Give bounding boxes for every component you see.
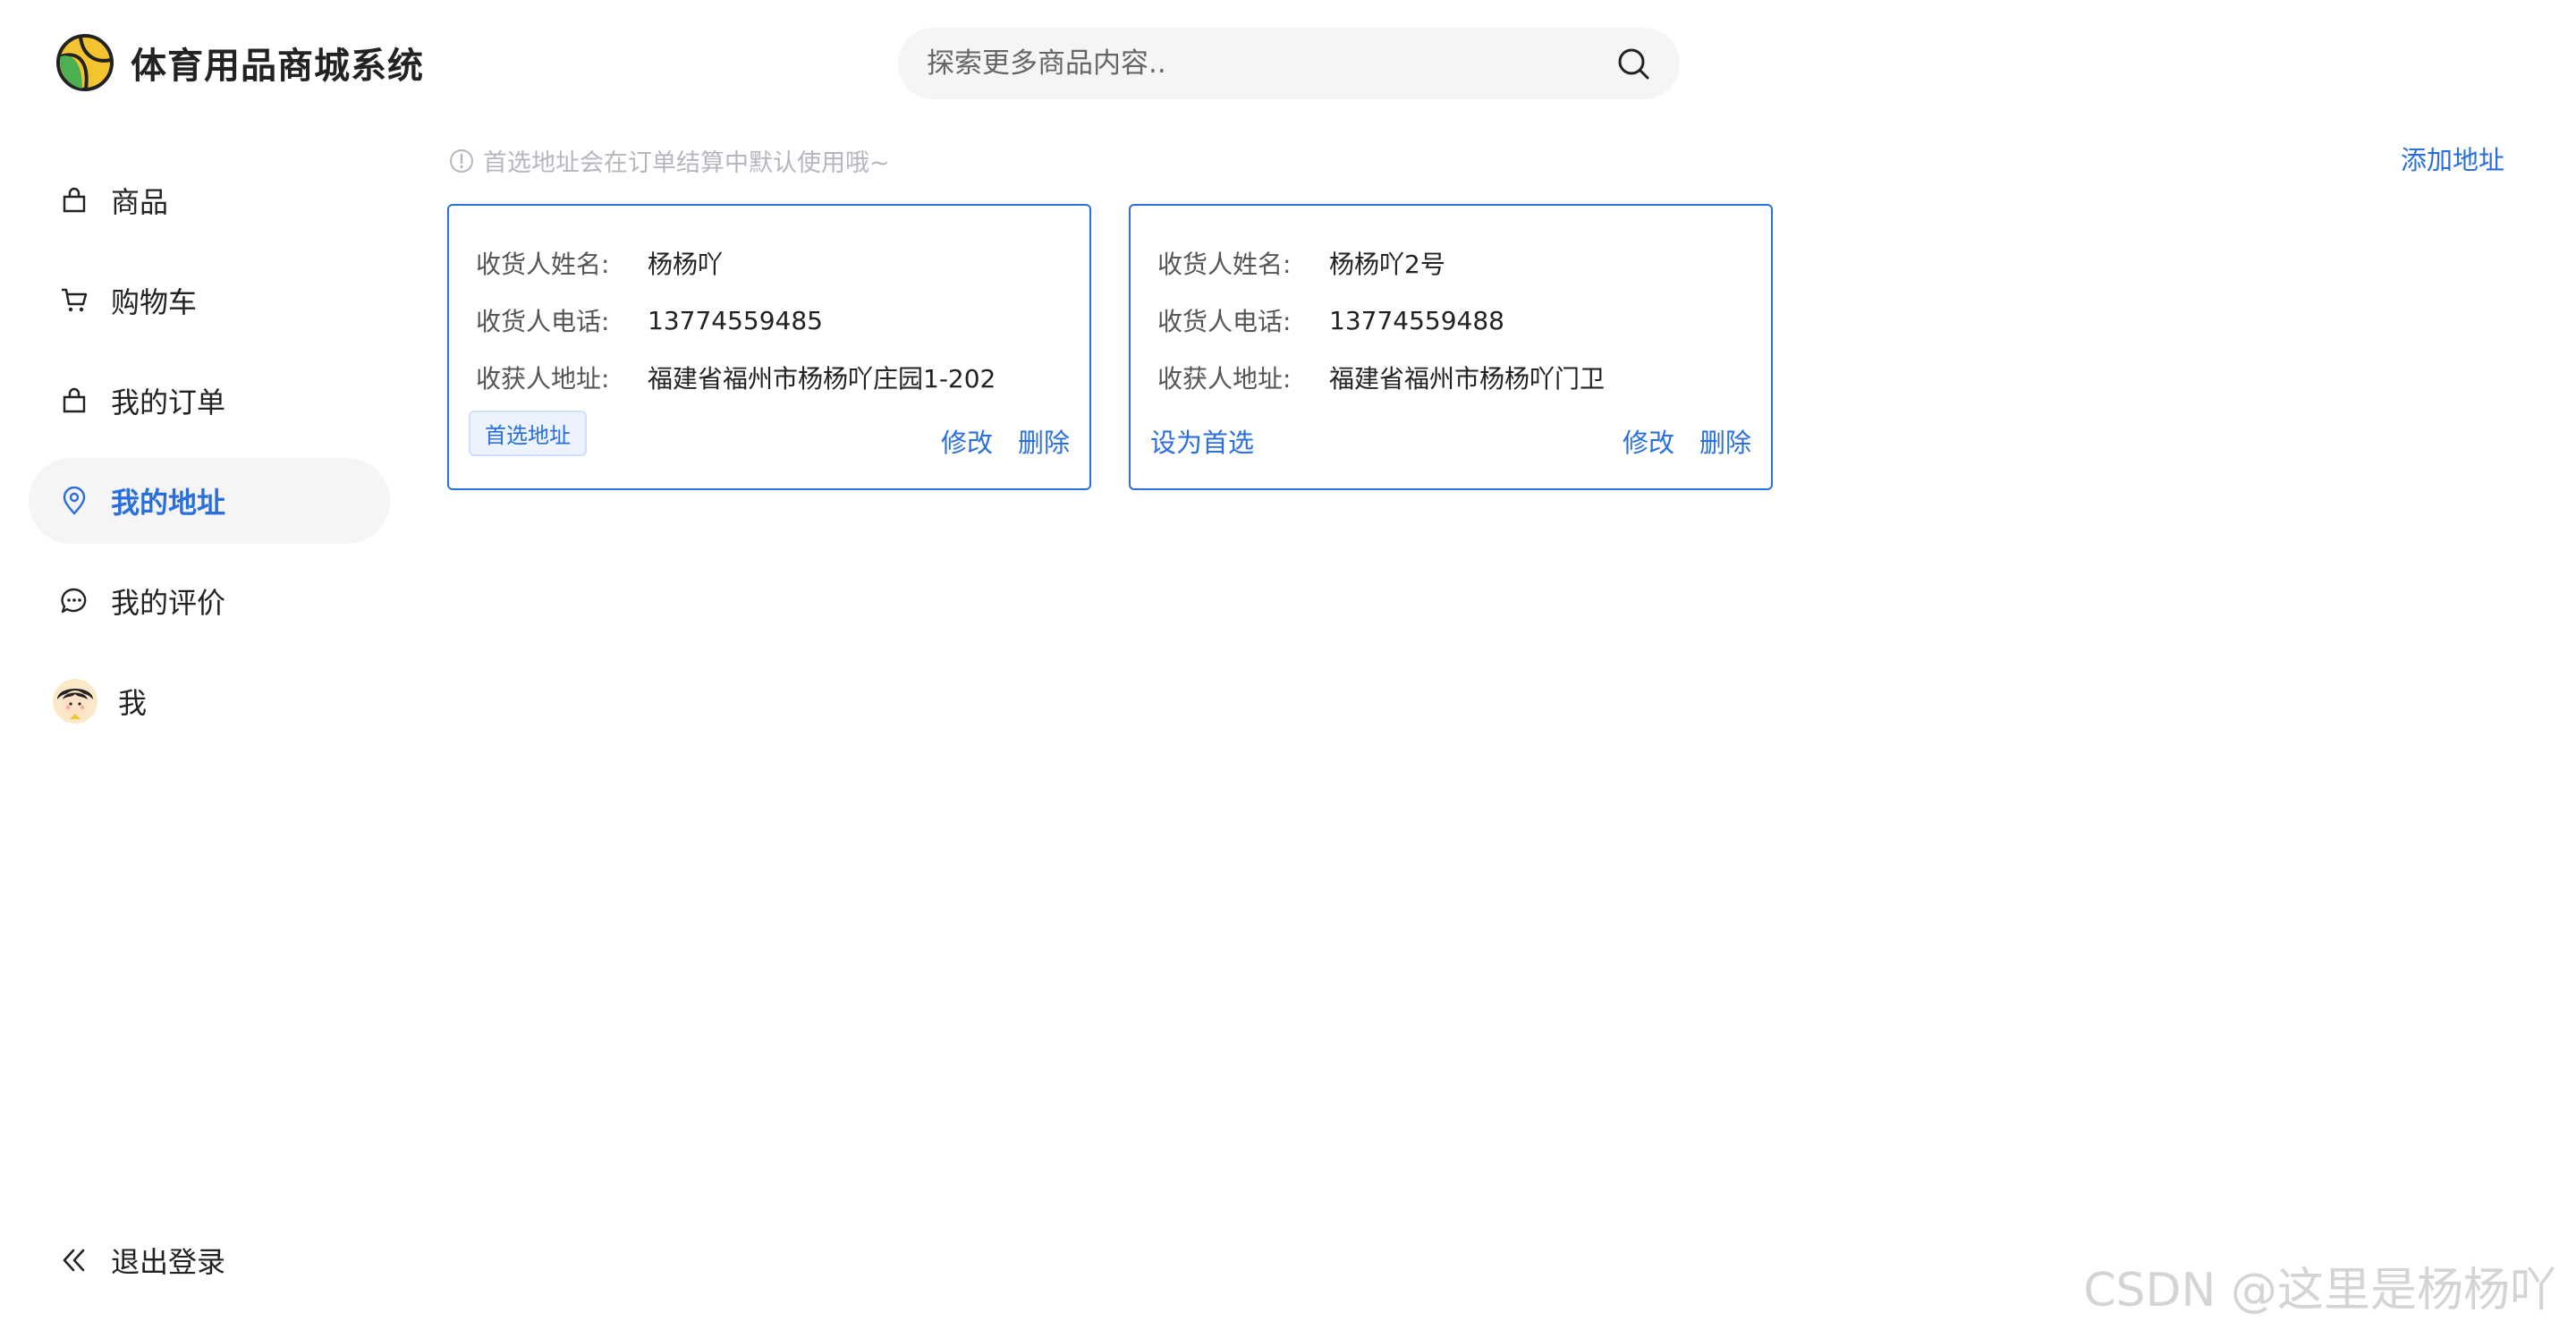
phone-row: 收货人电话: 13774559488 xyxy=(1157,292,1750,349)
sidebar: 商品 购物车 我的订单 我的地址 我的评价 我 xyxy=(29,157,390,758)
name-value: 杨杨吖2号 xyxy=(1329,250,1445,279)
sidebar-item-label: 我的订单 xyxy=(111,385,226,419)
card-footer: 设为首选 修改 删除 xyxy=(1150,422,1751,460)
shopping-bag-icon xyxy=(59,185,89,216)
sidebar-item-cart[interactable]: 购物车 xyxy=(29,258,390,343)
location-pin-icon xyxy=(59,486,89,516)
address-value: 福建省福州市杨杨吖门卫 xyxy=(1329,364,1606,394)
add-address-button[interactable]: 添加地址 xyxy=(2401,140,2504,177)
address-row: 收获人地址: 福建省福州市杨杨吖门卫 xyxy=(1157,349,1750,406)
logout-button[interactable]: 退出登录 xyxy=(59,1240,225,1281)
sidebar-item-me[interactable]: 我 xyxy=(29,658,390,744)
app-title: 体育用品商城系统 xyxy=(131,46,424,87)
sidebar-item-label: 我的地址 xyxy=(111,486,226,520)
default-address-tip: 首选地址会在订单结算中默认使用哦~ xyxy=(449,143,890,178)
double-chevron-left-icon xyxy=(59,1245,89,1275)
search-button[interactable] xyxy=(1614,44,1653,83)
sidebar-item-label: 我的评价 xyxy=(111,586,226,620)
address-value: 福建省福州市杨杨吖庄园1-202 xyxy=(648,364,996,394)
cart-icon xyxy=(59,285,89,316)
address-row: 收获人地址: 福建省福州市杨杨吖庄园1-202 xyxy=(476,349,1068,406)
address-card: 收货人姓名: 杨杨吖2号 收货人电话: 13774559488 收获人地址: 福… xyxy=(1129,204,1773,490)
address-card: 收货人姓名: 杨杨吖 收货人电话: 13774559485 收获人地址: 福建省… xyxy=(447,204,1091,490)
name-label: 收货人姓名: xyxy=(1157,250,1292,279)
delete-button[interactable]: 删除 xyxy=(1018,422,1070,460)
delete-button[interactable]: 删除 xyxy=(1699,422,1751,460)
address-label: 收获人地址: xyxy=(1157,364,1292,394)
phone-label: 收货人电话: xyxy=(1157,307,1292,336)
sidebar-item-reviews[interactable]: 我的评价 xyxy=(29,558,390,644)
card-actions: 修改 删除 xyxy=(941,422,1070,460)
app-root: 体育用品商城系统 商品 购物车 我的订单 xyxy=(0,0,2576,1330)
address-card-list: 收货人姓名: 杨杨吖 收货人电话: 13774559485 收获人地址: 福建省… xyxy=(447,204,1773,490)
logout-label: 退出登录 xyxy=(111,1245,226,1279)
search-icon xyxy=(1618,48,1649,80)
phone-label: 收货人电话: xyxy=(476,307,610,336)
comment-icon xyxy=(59,586,89,616)
edit-button[interactable]: 修改 xyxy=(941,422,993,460)
default-address-badge: 首选地址 xyxy=(469,410,587,456)
sidebar-item-products[interactable]: 商品 xyxy=(29,157,390,243)
edit-button[interactable]: 修改 xyxy=(1623,422,1674,460)
sidebar-item-label: 购物车 xyxy=(111,285,198,319)
sidebar-item-label: 商品 xyxy=(111,185,169,219)
set-default-button[interactable]: 设为首选 xyxy=(1150,422,1254,460)
address-label: 收获人地址: xyxy=(476,364,610,394)
sidebar-item-address[interactable]: 我的地址 xyxy=(29,458,390,544)
sidebar-item-orders[interactable]: 我的订单 xyxy=(29,358,390,444)
card-actions: 修改 删除 xyxy=(1623,422,1751,460)
phone-value: 13774559488 xyxy=(1329,305,1504,335)
name-row: 收货人姓名: 杨杨吖 xyxy=(476,234,1068,292)
search-input[interactable] xyxy=(927,47,1614,80)
logo[interactable]: 体育用品商城系统 xyxy=(55,33,424,92)
sidebar-item-label: 我 xyxy=(118,686,148,720)
card-footer: 首选地址 修改 删除 xyxy=(469,410,1070,460)
info-circle-icon xyxy=(450,148,473,173)
search-bar xyxy=(898,28,1680,99)
phone-value: 13774559485 xyxy=(648,305,823,335)
logo-ball-icon xyxy=(56,34,114,91)
tip-text: 首选地址会在订单结算中默认使用哦~ xyxy=(483,149,890,177)
orders-bag-icon xyxy=(59,385,89,416)
name-row: 收货人姓名: 杨杨吖2号 xyxy=(1157,234,1750,292)
name-value: 杨杨吖 xyxy=(648,250,724,279)
phone-row: 收货人电话: 13774559485 xyxy=(476,292,1068,349)
watermark: CSDN @这里是杨杨吖 xyxy=(2083,1264,2556,1317)
avatar-icon xyxy=(52,678,98,724)
name-label: 收货人姓名: xyxy=(476,250,610,279)
